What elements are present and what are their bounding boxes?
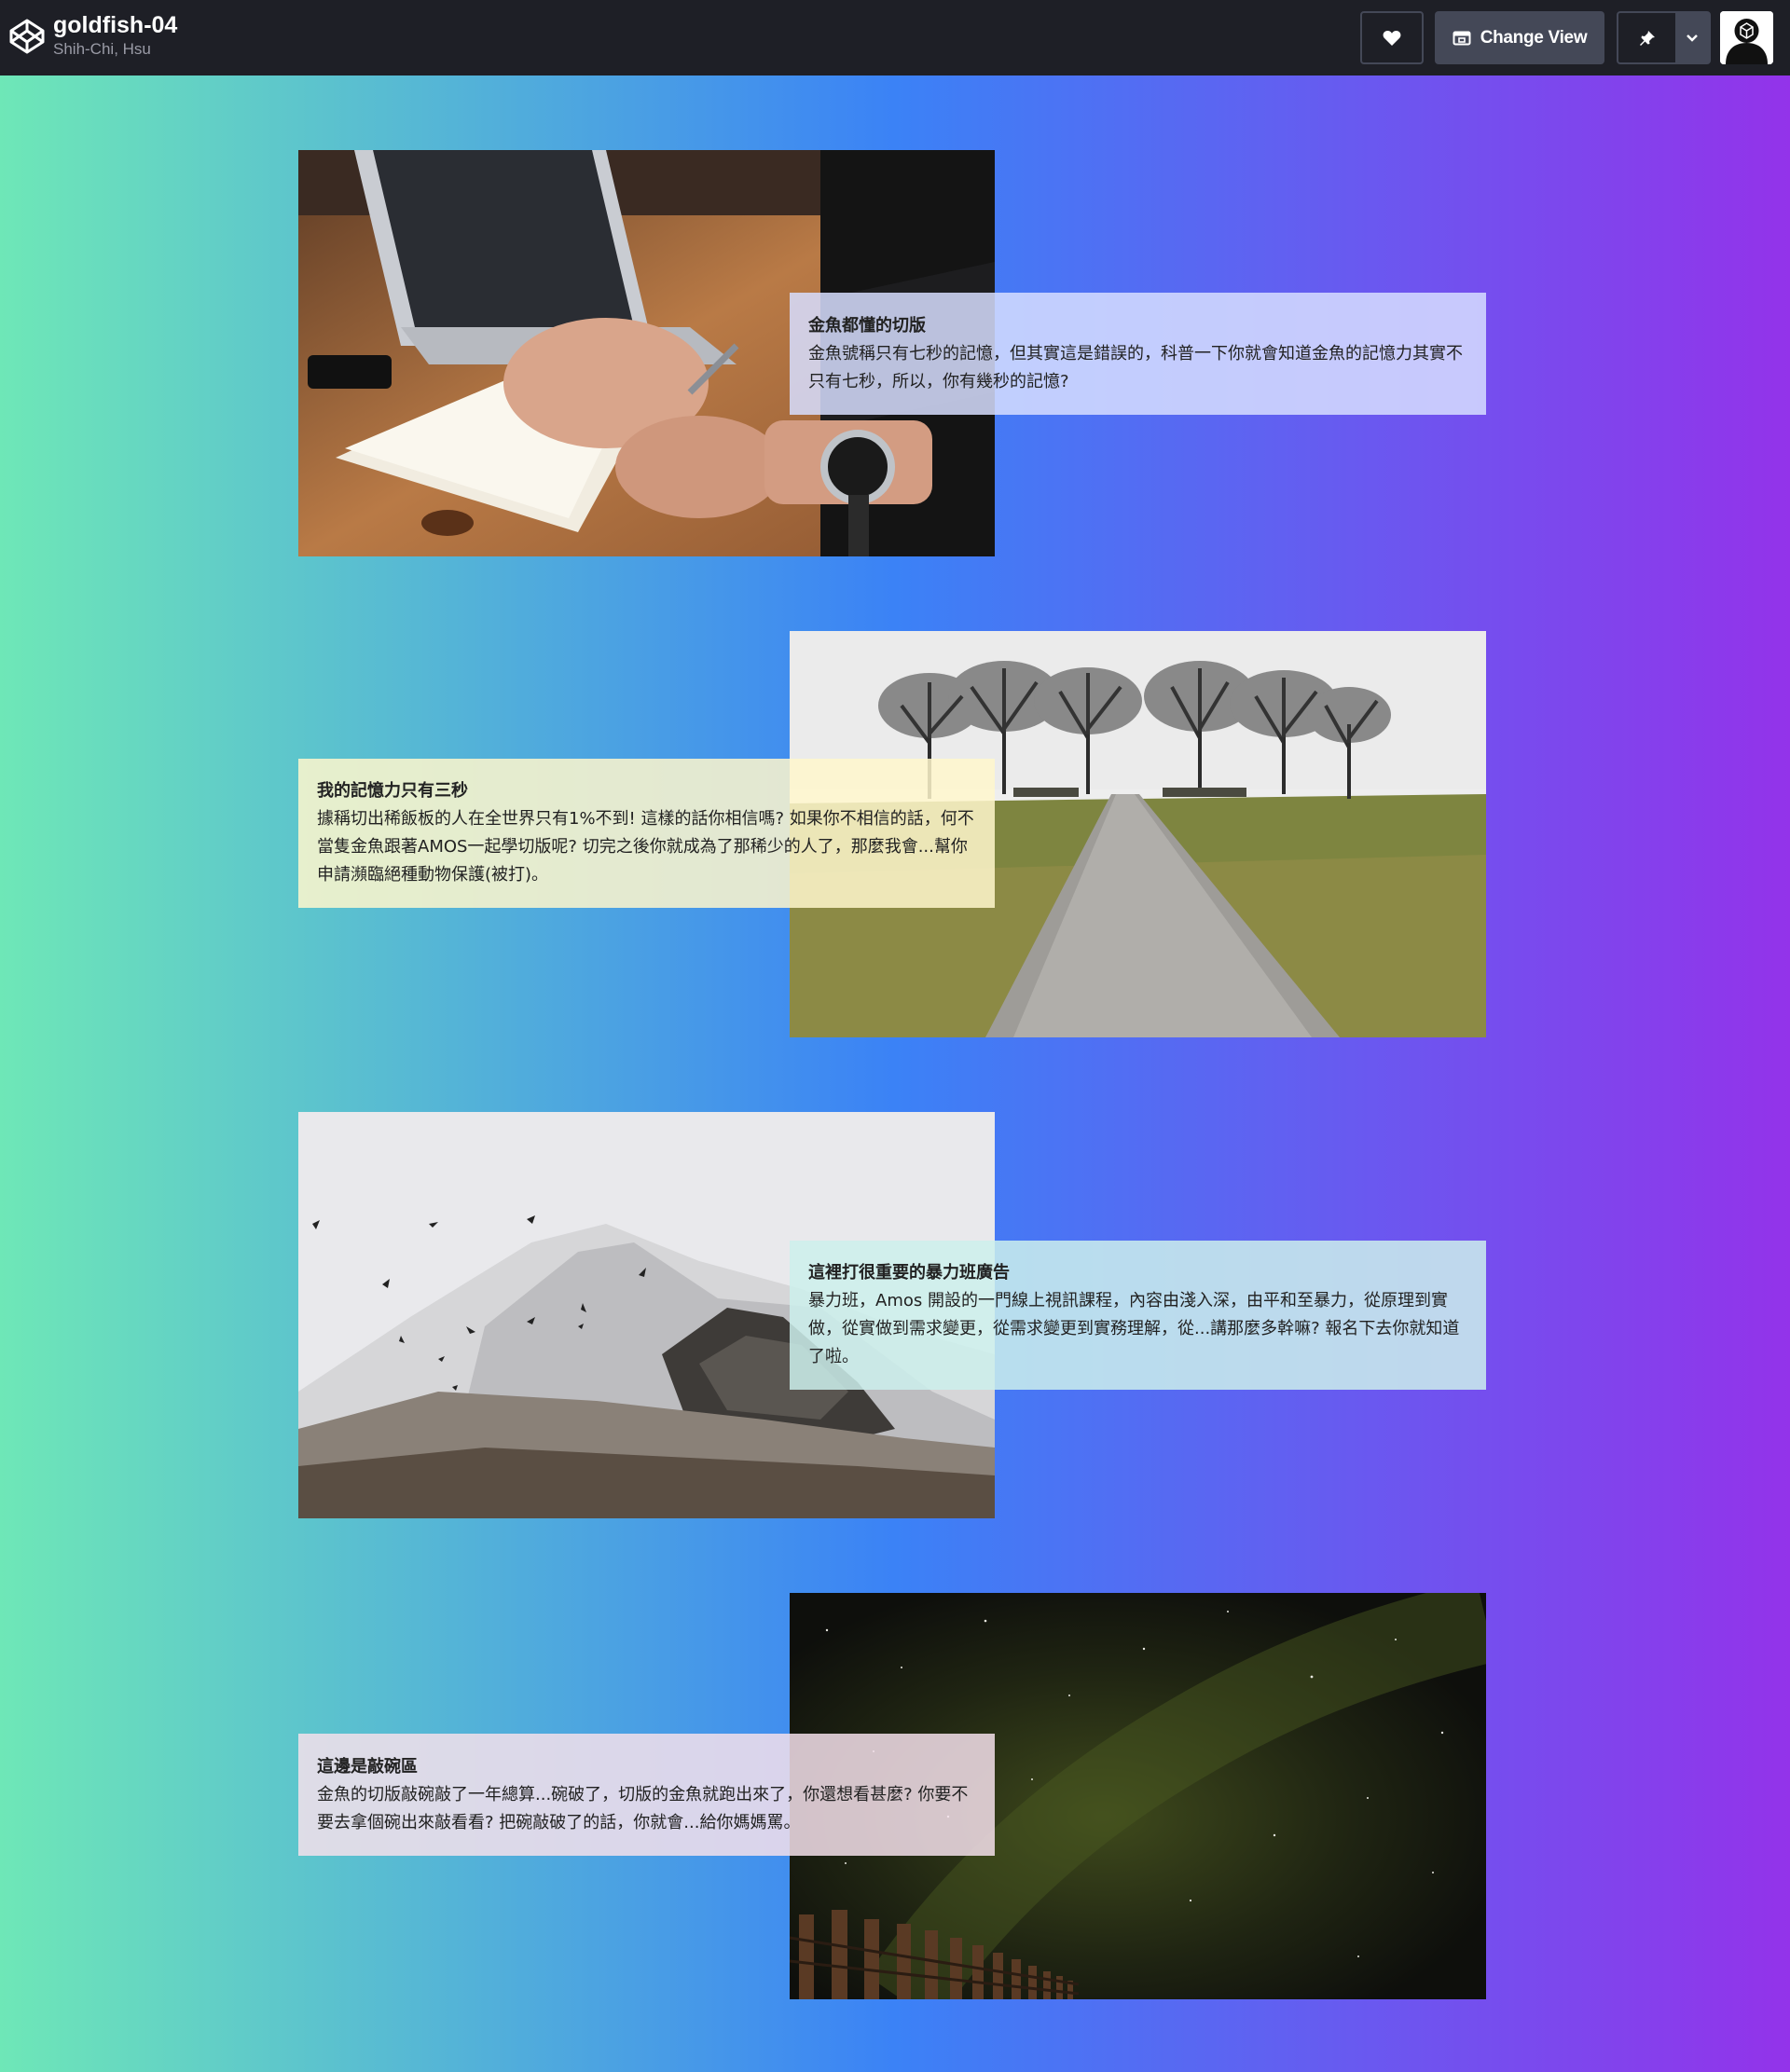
chevron-down-icon <box>1687 34 1698 42</box>
section-3-text: 暴力班，Amos 開設的一門線上視訊課程，內容由淺入深，由平和至暴力，從原理到實… <box>808 1291 1460 1366</box>
layout-icon <box>1453 31 1471 45</box>
pin-icon <box>1639 30 1655 46</box>
like-button[interactable] <box>1360 11 1424 64</box>
top-bar: goldfish-04 Shih-Chi, Hsu Change View <box>0 0 1790 75</box>
section-4-text: 金魚的切版敲碗敲了一年總算...碗破了，切版的金魚就跑出來了，你還想看甚麼? 你… <box>317 1784 969 1832</box>
avatar-image <box>1720 11 1773 64</box>
pin-button-group <box>1617 11 1711 64</box>
section-1-title: 金魚都懂的切版 <box>808 315 926 336</box>
section-3-title: 這裡打很重要的暴力班廣告 <box>808 1263 1010 1283</box>
heart-icon <box>1383 30 1401 46</box>
section-2-title: 我的記憶力只有三秒 <box>317 781 468 801</box>
codepen-logo-icon[interactable] <box>8 18 46 55</box>
pen-title[interactable]: goldfish-04 <box>53 11 177 39</box>
pen-title-block: goldfish-04 Shih-Chi, Hsu <box>53 11 177 59</box>
section-1-card: 金魚都懂的切版 金魚號稱只有七秒的記憶，但其實這是錯誤的，科普一下你就會知道金魚… <box>790 293 1486 415</box>
section-4-title: 這邊是敲碗區 <box>317 1756 418 1777</box>
change-view-button[interactable]: Change View <box>1435 11 1604 64</box>
pin-dropdown-button[interactable] <box>1675 13 1709 62</box>
section-2-card: 我的記憶力只有三秒 據稱切出稀飯板的人在全世界只有1%不到! 這樣的話你相信嗎?… <box>298 759 995 908</box>
change-view-label: Change View <box>1480 27 1588 48</box>
user-avatar[interactable] <box>1720 11 1773 64</box>
section-4-card: 這邊是敲碗區 金魚的切版敲碗敲了一年總算...碗破了，切版的金魚就跑出來了，你還… <box>298 1734 995 1856</box>
section-2-text: 據稱切出稀飯板的人在全世界只有1%不到! 這樣的話你相信嗎? 如果你不相信的話，… <box>317 809 974 885</box>
section-3-card: 這裡打很重要的暴力班廣告 暴力班，Amos 開設的一門線上視訊課程，內容由淺入深… <box>790 1241 1486 1390</box>
page-content: 金魚都懂的切版 金魚號稱只有七秒的記憶，但其實這是錯誤的，科普一下你就會知道金魚… <box>0 75 1790 2072</box>
section-1-text: 金魚號稱只有七秒的記憶，但其實這是錯誤的，科普一下你就會知道金魚的記憶力其實不只… <box>808 343 1463 391</box>
pen-author[interactable]: Shih-Chi, Hsu <box>53 40 177 59</box>
pin-button[interactable] <box>1618 13 1675 62</box>
